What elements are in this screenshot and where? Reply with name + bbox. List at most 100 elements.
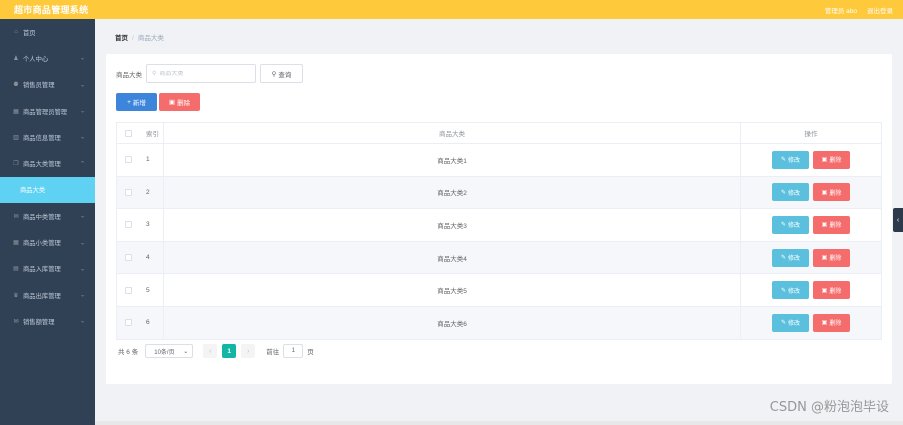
sidebar-item-label: 商品中类管理 [23, 213, 61, 221]
add-button[interactable]: + 新增 [116, 93, 157, 111]
trash-icon: ▣ [821, 222, 828, 229]
user-label: 管理员 abo [824, 7, 857, 15]
sidebar-item[interactable]: ♛ 商品出库管理 ⌄ [0, 282, 95, 308]
sidebar-item-label: 个人中心 [23, 55, 49, 63]
edit-button[interactable]: ✎ 修改 [772, 183, 809, 202]
chevron-down-icon: ⌄ [79, 213, 85, 220]
delete-button[interactable]: ▣ 删除 [813, 281, 850, 300]
delete-button[interactable]: ▣ 删除 [813, 150, 850, 169]
row-checkbox[interactable] [125, 188, 132, 196]
delete-button[interactable]: ▣ 删除 [813, 248, 850, 267]
edit-button[interactable]: ✎ 修改 [772, 313, 809, 332]
row-name: 商品大类1 [164, 144, 741, 176]
row-name: 商品大类5 [164, 274, 741, 306]
main-area: 首页/商品大类 商品大类 ⚲ ⚲ 查询 + 新增 ▣ 删除 [95, 19, 903, 425]
delete-button[interactable]: ▣ 删除 [813, 183, 850, 202]
sidebar-item[interactable]: ✉ 商品中类管理 ⌄ [0, 203, 95, 229]
edit-icon: ✎ [780, 222, 786, 229]
prev-page-button[interactable]: ‹ [203, 344, 218, 358]
sidebar-item[interactable]: ⌂ 首页 [0, 19, 95, 45]
logout-link[interactable]: 退出登录 [867, 5, 893, 15]
row-index: 1 [140, 144, 164, 176]
group-icon: ⚉ [13, 82, 19, 89]
chevron-up-icon: ⌃ [79, 161, 85, 168]
delete-button[interactable]: ▣ 删除 [813, 313, 850, 332]
chevron-down-icon: ⌄ [79, 82, 85, 89]
search-input[interactable] [159, 70, 250, 77]
edit-icon: ✎ [780, 189, 786, 196]
row-checkbox[interactable] [125, 319, 132, 327]
row-ops: ✎ 修改 ▣ 删除 [741, 274, 881, 306]
sidebar-item[interactable]: ▥ 商品信息管理 ⌄ [0, 124, 95, 150]
edit-button-label: 修改 [788, 223, 801, 230]
breadcrumb: 首页 / 商品大类 [115, 32, 164, 42]
sidebar-item[interactable]: ▦ 商品小类管理 ⌄ [0, 229, 95, 255]
mail-icon: ✉ [13, 318, 19, 325]
query-button[interactable]: ⚲ 查询 [260, 64, 303, 83]
next-page-button[interactable]: › [241, 344, 256, 358]
goto-label: 前往 [266, 349, 280, 356]
edit-button[interactable]: ✎ 修改 [772, 248, 809, 267]
edit-button[interactable]: ✎ 修改 [772, 215, 809, 234]
add-button-label: 新增 [132, 100, 146, 107]
search-box[interactable]: ⚲ [146, 64, 256, 83]
action-row: + 新增 ▣ 删除 [116, 93, 200, 111]
row-ops: ✎ 修改 ▣ 删除 [741, 209, 881, 241]
row-index: 3 [140, 209, 164, 241]
page-size-select[interactable]: 10条/页 ⌄ [145, 344, 194, 358]
user-icon: ♟ [13, 55, 19, 62]
sidebar-item[interactable]: ♟ 个人中心 ⌄ [0, 45, 95, 71]
sidebar-item[interactable]: ✉ 销售额管理 ⌄ [0, 308, 95, 334]
row-ops: ✎ 修改 ▣ 删除 [741, 307, 881, 339]
chevron-down-icon: ⌄ [79, 55, 85, 62]
bottom-bar [95, 421, 903, 425]
row-checkbox[interactable] [125, 221, 132, 229]
home-icon: ⌂ [14, 29, 18, 36]
trophy-icon: ♛ [13, 292, 19, 299]
row-checkbox-cell [117, 144, 140, 176]
grid-icon: ▦ [13, 108, 19, 115]
sidebar-item[interactable]: ▤ 商品入库管理 ⌄ [0, 256, 95, 282]
sidebar-item-label: 商品管理员管理 [23, 108, 68, 116]
sidebar-item[interactable]: ❐ 商品大类管理 ⌃ [0, 150, 95, 176]
trash-icon: ▣ [821, 189, 828, 196]
trash-icon: ▣ [821, 320, 828, 327]
data-table: 索引 商品大类 操作 1 商品大类1 ✎ 修改 ▣ 删除 2 商品大类2 ✎ 修改 ▣ 删除 3 商品大类… [116, 122, 882, 340]
goto-page-input[interactable]: 1 [283, 344, 304, 358]
sidebar-item[interactable]: ▦ 商品管理员管理 ⌄ [0, 98, 95, 124]
header-right: 管理员 abo 退出登录 [825, 5, 893, 15]
sidebar-item-label: 商品小类管理 [23, 240, 61, 248]
sidebar-item-active[interactable]: 商品大类 [0, 176, 95, 204]
batch-delete-button[interactable]: ▣ 删除 [159, 93, 200, 111]
row-checkbox[interactable] [125, 286, 132, 294]
sidebar-item[interactable]: ⚉ 销售员管理 ⌄ [0, 72, 95, 98]
delete-button-label: 删除 [829, 321, 842, 328]
collapse-toggle-button[interactable]: ‹ [893, 208, 903, 232]
edit-button-label: 修改 [788, 288, 801, 295]
app-title: 超市商品管理系统 [14, 5, 89, 15]
row-checkbox[interactable] [125, 156, 132, 164]
pagination: 共 6 条 10条/页 ⌄ ‹ 1 › 前往 1 页 [118, 344, 314, 358]
search-icon: ⚲ [271, 70, 277, 78]
sidebar-item-label: 首页 [23, 29, 36, 37]
row-checkbox-cell [117, 242, 140, 274]
breadcrumb-home[interactable]: 首页 [115, 35, 128, 42]
chevron-down-icon: ⌄ [79, 108, 85, 115]
table-row: 2 商品大类2 ✎ 修改 ▣ 删除 [117, 176, 881, 210]
row-checkbox-cell [117, 177, 140, 209]
table-row: 1 商品大类1 ✎ 修改 ▣ 删除 [117, 144, 881, 177]
edit-button[interactable]: ✎ 修改 [772, 150, 809, 169]
select-all-checkbox[interactable] [125, 129, 132, 137]
delete-button[interactable]: ▣ 删除 [813, 215, 850, 234]
edit-button[interactable]: ✎ 修改 [772, 281, 809, 300]
delete-button-label: 删除 [829, 158, 842, 165]
batch-delete-label: 删除 [177, 100, 191, 107]
row-name: 商品大类2 [164, 176, 741, 209]
page-number-current[interactable]: 1 [222, 344, 237, 358]
row-checkbox-cell [117, 274, 140, 306]
page-size-value: 10条/页 [154, 349, 175, 356]
row-name: 商品大类6 [164, 306, 741, 339]
chevron-down-icon: ⌄ [79, 292, 85, 299]
row-ops: ✎ 修改 ▣ 删除 [741, 242, 881, 274]
row-checkbox[interactable] [125, 254, 132, 262]
